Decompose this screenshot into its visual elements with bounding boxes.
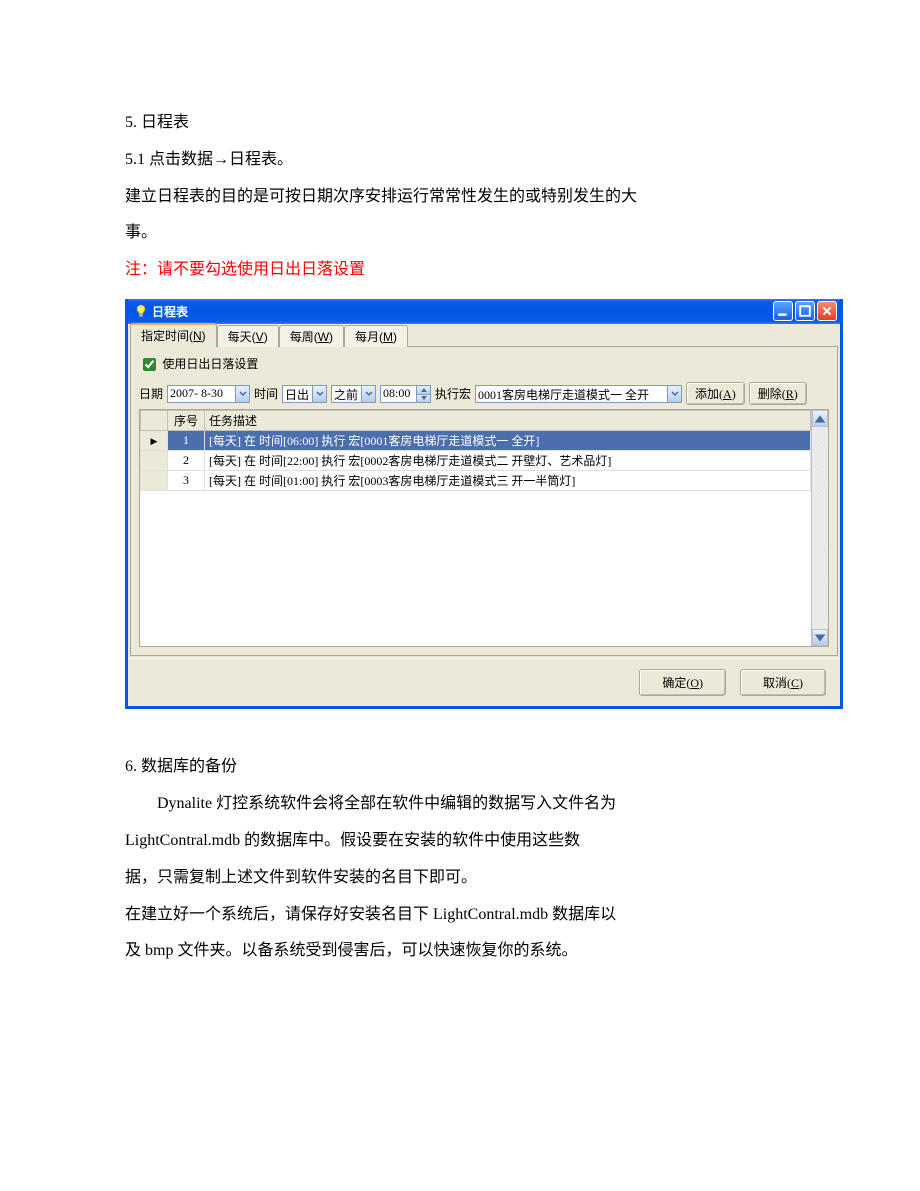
tab-specified-time[interactable]: 指定时间(N) bbox=[130, 323, 217, 347]
date-picker[interactable]: 2007- 8-30 bbox=[167, 385, 250, 403]
label-macro: 执行宏 bbox=[435, 385, 471, 402]
table-row[interactable]: 2 [每天] 在 时间[22:00] 执行 宏[0002客房电梯厅走道模式二 开… bbox=[141, 451, 811, 471]
dialog-title: 日程表 bbox=[152, 303, 773, 320]
chevron-down-icon[interactable] bbox=[361, 385, 376, 403]
section5-para1a: 建立日程表的目的是可按日期次序安排运行常常性发生的或特别发生的大 bbox=[125, 179, 800, 216]
section6-p1: Dynalite 灯控系统软件会将全部在软件中编辑的数据写入文件名为 bbox=[125, 786, 800, 823]
schedule-dialog: 日程表 指定时间(N) 每天(V) 每周(W) 每月(M) 使用日出日落设置 bbox=[125, 299, 843, 709]
label-time: 时间 bbox=[254, 385, 278, 402]
minimize-button[interactable] bbox=[773, 301, 793, 321]
sunrise-checkbox-row: 使用日出日落设置 bbox=[139, 355, 829, 374]
form-row: 日期 2007- 8-30 时间 日出 之前 08 bbox=[139, 382, 829, 405]
tab-weekly[interactable]: 每周(W) bbox=[279, 325, 344, 347]
grid-header-row: 序号 任务描述 bbox=[141, 411, 811, 431]
maximize-button[interactable] bbox=[795, 301, 815, 321]
bulb-icon bbox=[134, 304, 148, 318]
table-row[interactable]: 3 [每天] 在 时间[01:00] 执行 宏[0003客房电梯厅走道模式三 开… bbox=[141, 471, 811, 491]
time-spinner[interactable]: 08:00 bbox=[380, 385, 431, 403]
tab-content: 使用日出日落设置 日期 2007- 8-30 时间 日出 之前 bbox=[130, 346, 838, 656]
vertical-scrollbar[interactable] bbox=[811, 410, 828, 646]
tab-daily[interactable]: 每天(V) bbox=[217, 325, 279, 347]
time-kind-select[interactable]: 日出 bbox=[282, 385, 327, 403]
macro-select[interactable]: 0001客房电梯厅走道模式一 全开 bbox=[475, 385, 682, 403]
chevron-down-icon[interactable] bbox=[312, 385, 327, 403]
chevron-down-icon[interactable] bbox=[667, 385, 682, 403]
col-seq[interactable]: 序号 bbox=[168, 411, 205, 431]
document-page: 5. 日程表 5.1 点击数据→日程表。 建立日程表的目的是可按日期次序安排运行… bbox=[0, 0, 920, 1191]
section5-note: 注：请不要勾选使用日出日落设置 bbox=[125, 252, 800, 289]
heading-5-1: 5.1 点击数据→日程表。 bbox=[125, 142, 800, 179]
heading-6: 6. 数据库的备份 bbox=[125, 749, 800, 786]
section6-p4: 在建立好一个系统后，请保存好安装名目下 LightContral.mdb 数据库… bbox=[125, 897, 800, 934]
scroll-down-icon[interactable] bbox=[812, 629, 828, 646]
scroll-track[interactable] bbox=[812, 427, 828, 629]
row-indicator-icon bbox=[141, 431, 168, 451]
sunrise-sunset-label: 使用日出日落设置 bbox=[162, 357, 258, 371]
chevron-down-icon[interactable] bbox=[235, 385, 250, 403]
section6-p3: 据，只需复制上述文件到软件安装的名目下即可。 bbox=[125, 860, 800, 897]
close-button[interactable] bbox=[817, 301, 837, 321]
add-button[interactable]: 添加(A) bbox=[686, 382, 745, 405]
heading-5: 5. 日程表 bbox=[125, 105, 800, 142]
section6-p2: LightContral.mdb 的数据库中。假设要在安装的软件中使用这些数 bbox=[125, 823, 800, 860]
delete-button[interactable]: 删除(R) bbox=[749, 382, 807, 405]
tab-monthly[interactable]: 每月(M) bbox=[344, 325, 408, 347]
section6-p5: 及 bmp 文件夹。以备系统受到侵害后，可以快速恢复你的系统。 bbox=[125, 933, 800, 970]
window-buttons bbox=[773, 301, 837, 321]
time-rel-select[interactable]: 之前 bbox=[331, 385, 376, 403]
col-desc[interactable]: 任务描述 bbox=[205, 411, 811, 431]
dialog-footer: 确定(O) 取消(C) bbox=[128, 658, 840, 706]
spin-down-icon[interactable] bbox=[416, 394, 431, 403]
ok-button[interactable]: 确定(O) bbox=[639, 669, 726, 696]
section5-para1b: 事。 bbox=[125, 215, 800, 252]
row-header-blank bbox=[141, 411, 168, 431]
table-row[interactable]: 1 [每天] 在 时间[06:00] 执行 宏[0001客房电梯厅走道模式一 全… bbox=[141, 431, 811, 451]
spin-up-icon[interactable] bbox=[416, 385, 431, 394]
sunrise-sunset-checkbox[interactable] bbox=[143, 358, 156, 371]
titlebar[interactable]: 日程表 bbox=[128, 299, 840, 324]
tab-bar: 指定时间(N) 每天(V) 每周(W) 每月(M) bbox=[128, 324, 840, 346]
cancel-button[interactable]: 取消(C) bbox=[740, 669, 826, 696]
task-grid: 序号 任务描述 1 [每天] 在 时间[06:00] 执行 宏[0001客房电梯… bbox=[139, 409, 829, 647]
scroll-up-icon[interactable] bbox=[812, 410, 828, 427]
label-date: 日期 bbox=[139, 385, 163, 402]
